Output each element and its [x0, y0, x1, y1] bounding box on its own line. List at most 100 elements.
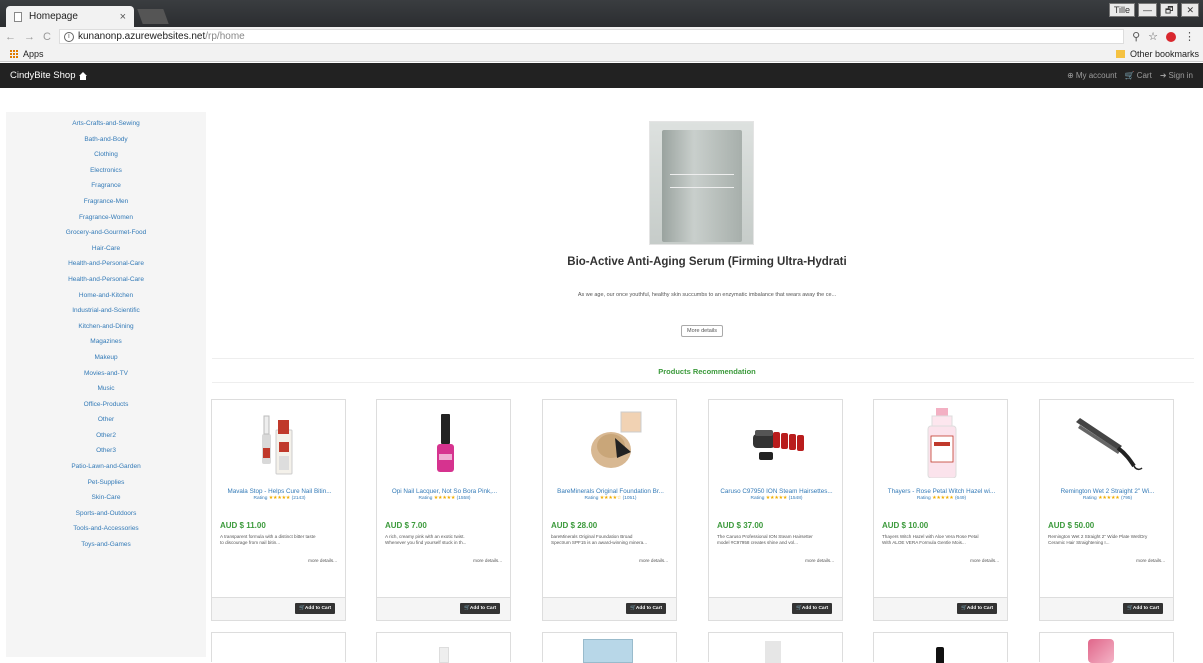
product-name[interactable]: Caruso C97950 ION Steam Hairsettes... — [713, 488, 840, 495]
folder-icon — [1115, 49, 1125, 58]
sign-in-link[interactable]: ➜ Sign in — [1160, 71, 1193, 80]
menu-icon[interactable]: ⋮ — [1184, 30, 1195, 43]
url-input[interactable]: i kunanonp.azurewebsites.net/rp/home — [58, 29, 1125, 44]
add-to-cart-button[interactable]: 🛒 Add to Cart — [792, 603, 832, 614]
product-image[interactable] — [1068, 408, 1148, 478]
featured-product-image[interactable] — [649, 121, 754, 245]
category-link[interactable]: Pet-Supplies — [6, 475, 206, 491]
rating-count: (1558) — [456, 496, 471, 501]
category-link[interactable]: Fragrance — [6, 178, 206, 194]
star-rating-icon: ★★★★★ — [268, 496, 291, 501]
product-image[interactable] — [405, 408, 485, 478]
add-to-cart-button[interactable]: 🛒 Add to Cart — [626, 603, 666, 614]
product-image[interactable] — [240, 408, 320, 478]
more-details-link[interactable]: more details... — [473, 558, 502, 563]
restore-button[interactable]: 🗗 — [1160, 3, 1179, 17]
serum-label — [670, 174, 734, 188]
star-rating-icon: ★★★★★ — [932, 496, 954, 501]
category-link[interactable]: Hair-Care — [6, 241, 206, 257]
category-link[interactable]: Kitchen-and-Dining — [6, 319, 206, 335]
apps-icon[interactable] — [10, 49, 18, 58]
featured-product-title[interactable]: Bio-Active Anti-Aging Serum (Firming Ult… — [212, 256, 1202, 268]
product-rating: Rating ★★★★★ (1558) — [381, 496, 508, 501]
category-link[interactable]: Other2 — [6, 428, 206, 444]
category-link[interactable]: Grocery-and-Gourmet-Food — [6, 225, 206, 241]
rating-label: Rating — [253, 496, 268, 501]
my-account-link[interactable]: ⊕ My account — [1067, 71, 1117, 80]
back-icon[interactable]: ← — [5, 31, 16, 43]
address-actions: ⚲ ☆ ⋮ — [1124, 30, 1203, 43]
add-to-cart-button[interactable]: 🛒 Add to Cart — [957, 603, 997, 614]
category-link[interactable]: Movies-and-TV — [6, 366, 206, 382]
close-window-button[interactable]: ✕ — [1181, 3, 1199, 17]
product-image[interactable] — [936, 647, 944, 663]
product-name[interactable]: Mavala Stop - Helps Cure Nail Bitin... — [216, 488, 343, 495]
category-link[interactable]: Clothing — [6, 147, 206, 163]
category-link[interactable]: Health-and-Personal-Care — [6, 272, 206, 288]
product-image[interactable] — [902, 408, 982, 479]
category-link[interactable]: Tools-and-Accessories — [6, 521, 206, 537]
browser-tab[interactable]: Homepage × — [6, 6, 134, 27]
product-image[interactable] — [439, 647, 449, 663]
category-link[interactable]: Music — [6, 381, 206, 397]
category-link[interactable]: Toys-and-Games — [6, 537, 206, 553]
apps-bookmark[interactable]: Apps — [23, 49, 44, 59]
product-image[interactable] — [571, 408, 651, 478]
tab-close-icon[interactable]: × — [120, 11, 126, 23]
product-name[interactable]: Thayers - Rose Petal Witch Hazel wi... — [878, 488, 1005, 495]
product-image[interactable] — [583, 639, 633, 663]
other-bookmarks[interactable]: Other bookmarks — [1115, 48, 1203, 59]
more-details-link[interactable]: more details... — [970, 558, 999, 563]
zoom-icon[interactable]: ⚲ — [1132, 30, 1140, 43]
other-bookmarks-label: Other bookmarks — [1129, 48, 1199, 59]
add-to-cart-button[interactable]: 🛒 Add to Cart — [460, 603, 500, 614]
category-link[interactable]: Electronics — [6, 163, 206, 179]
add-to-cart-label: Add to Cart — [635, 606, 663, 611]
more-details-button[interactable]: More details — [681, 325, 723, 337]
category-link[interactable]: Home-and-Kitchen — [6, 288, 206, 304]
product-card — [708, 632, 843, 663]
category-link[interactable]: Office-Products — [6, 397, 206, 413]
reload-icon[interactable]: C — [43, 31, 51, 43]
forward-icon[interactable]: → — [24, 31, 35, 43]
extension-icon[interactable] — [1166, 31, 1176, 42]
category-link[interactable]: Other — [6, 412, 206, 428]
category-link[interactable]: Fragrance-Men — [6, 194, 206, 210]
product-image[interactable] — [737, 408, 817, 478]
featured-product-description: As we age, our once youthful, healthy sk… — [577, 292, 837, 298]
add-to-cart-button[interactable]: 🛒 Add to Cart — [1123, 603, 1163, 614]
category-link[interactable]: Bath-and-Body — [6, 132, 206, 148]
category-link[interactable]: Skin-Care — [6, 490, 206, 506]
product-name[interactable]: Opi Nail Lacquer, Not So Bora Pink,... — [381, 488, 508, 495]
category-link[interactable]: Magazines — [6, 334, 206, 350]
product-image[interactable] — [765, 641, 781, 663]
category-link[interactable]: Sports-and-Outdoors — [6, 506, 206, 522]
info-icon[interactable]: i — [63, 31, 74, 42]
category-link[interactable]: Health-and-Personal-Care — [6, 256, 206, 272]
category-list: Arts-Crafts-and-Sewing Bath-and-Body Clo… — [6, 112, 206, 553]
window-controls: Tille — 🗗 ✕ — [1108, 3, 1199, 17]
more-details-link[interactable]: more details... — [639, 558, 668, 563]
product-name[interactable]: BareMinerals Original Foundation Br... — [547, 488, 674, 495]
cart-link[interactable]: 🛒 Cart — [1125, 71, 1152, 80]
more-details-link[interactable]: more details... — [805, 558, 834, 563]
category-link[interactable]: Patio-Lawn-and-Garden — [6, 459, 206, 475]
star-icon[interactable]: ☆ — [1148, 30, 1158, 43]
category-link[interactable]: Fragrance-Women — [6, 210, 206, 226]
brand-link[interactable]: CindyBite Shop — [10, 70, 88, 81]
address-bar: ← → C i kunanonp.azurewebsites.net/rp/ho… — [0, 27, 1203, 46]
product-image[interactable] — [1088, 639, 1114, 663]
category-link[interactable]: Arts-Crafts-and-Sewing — [6, 116, 206, 132]
category-link[interactable]: Other3 — [6, 443, 206, 459]
category-link[interactable]: Industrial-and-Scientific — [6, 303, 206, 319]
category-link[interactable]: Makeup — [6, 350, 206, 366]
product-name[interactable]: Remington Wet 2 Straight 2" Wi... — [1044, 488, 1171, 495]
more-details-link[interactable]: more details... — [1136, 558, 1165, 563]
minimize-button[interactable]: — — [1138, 3, 1157, 17]
more-details-link[interactable]: more details... — [308, 558, 337, 563]
star-rating-icon: ★★★★☆ — [599, 496, 622, 501]
window-user-label[interactable]: Tille — [1108, 3, 1135, 17]
category-sidebar: Arts-Crafts-and-Sewing Bath-and-Body Clo… — [6, 112, 206, 657]
add-to-cart-button[interactable]: 🛒 Add to Cart — [295, 603, 335, 614]
new-tab-button[interactable] — [137, 9, 169, 24]
